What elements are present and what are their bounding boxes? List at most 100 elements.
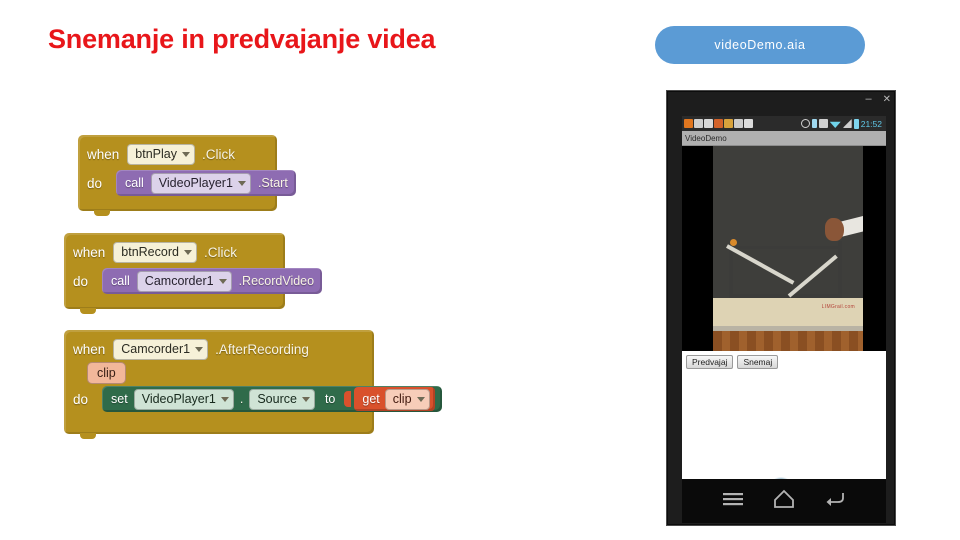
chevron-down-icon [416, 396, 425, 402]
component-dropdown-camcorder1[interactable]: Camcorder1 [113, 338, 209, 360]
call-keyword: call [111, 274, 130, 288]
ramp-ball [730, 239, 737, 246]
android-nav-bar [682, 479, 886, 523]
block-header-row: when btnRecord .Click [73, 239, 285, 265]
variable-dropdown-clip[interactable]: clip [384, 388, 430, 410]
component-name: VideoPlayer1 [141, 392, 216, 406]
block-header-row: when Camcorder1 .AfterRecording [73, 336, 374, 362]
minimize-icon[interactable]: – [865, 93, 871, 105]
variable-name: clip [392, 392, 412, 406]
property-name: Source [257, 392, 297, 406]
ramp-left-post [729, 246, 733, 298]
aia-link-label: videoDemo.aia [714, 38, 806, 52]
close-icon[interactable]: ✕ [883, 94, 891, 105]
app-empty-area [682, 371, 886, 479]
block-do-row: do set VideoPlayer1 . Source to get clip [73, 386, 442, 412]
block-when-btnrecord-click[interactable]: when btnRecord .Click do call Camcorder1… [64, 233, 323, 314]
video-table [713, 298, 863, 326]
camera-icon [744, 119, 753, 128]
component-dropdown-btnrecord[interactable]: btnRecord [113, 241, 197, 263]
property-dropdown-source[interactable]: Source [249, 388, 315, 410]
component-dropdown-videoplayer1[interactable]: VideoPlayer1 [133, 388, 234, 410]
page-title: Snemanje in predvajanje videa [48, 24, 436, 54]
notification-icon [684, 119, 693, 128]
menu-icon[interactable] [722, 491, 744, 512]
set-keyword: set [111, 392, 128, 406]
block-do-row: do call Camcorder1 .RecordVideo [73, 268, 323, 294]
block-get-clip[interactable]: get clip [354, 387, 435, 411]
status-clock: 21:52 [860, 118, 882, 129]
block-set-videoplayer1-source[interactable]: set VideoPlayer1 . Source to get clip [102, 386, 442, 412]
block-do-row: do call VideoPlayer1 .Start [87, 170, 296, 196]
when-keyword: when [87, 146, 120, 162]
person-hand [825, 218, 844, 241]
call-keyword: call [125, 176, 144, 190]
app-icon [714, 119, 723, 128]
event-parameter-clip[interactable]: clip [87, 362, 126, 384]
sync-icon [800, 119, 810, 128]
app-button-row: Predvajaj Snemaj [682, 351, 886, 371]
status-right-icons: 21:52 [800, 118, 884, 129]
play-button[interactable]: Predvajaj [686, 354, 734, 370]
dot-separator: . [239, 392, 244, 406]
block-call-camcorder1-recordvideo[interactable]: call Camcorder1 .RecordVideo [102, 268, 323, 294]
video-frame: LIMGrail.com [713, 146, 863, 351]
do-keyword: do [87, 175, 103, 191]
component-name: Camcorder1 [121, 342, 191, 356]
component-name: btnRecord [121, 245, 179, 259]
ramp-top-bar [729, 246, 842, 249]
back-icon[interactable] [824, 490, 846, 513]
folder-icon [724, 119, 733, 128]
block-param-row: clip [87, 362, 374, 384]
android-status-bar: 21:52 [682, 116, 886, 131]
to-keyword: to [324, 392, 336, 406]
mail-icon [734, 119, 743, 128]
chevron-down-icon [220, 396, 229, 402]
app-title-label: VideoDemo [685, 133, 727, 143]
status-left-icons [684, 119, 753, 128]
chevron-down-icon [183, 249, 192, 255]
window-controls: – ✕ [865, 92, 891, 106]
chevron-down-icon [301, 396, 310, 402]
slide-canvas: Snemanje in predvajanje videa videoDemo.… [0, 0, 960, 540]
component-name: btnPlay [135, 147, 177, 161]
do-keyword: do [73, 273, 89, 289]
home-icon[interactable] [773, 489, 795, 514]
phone-screen: 21:52 VideoDemo LIMGrail.com Predvajaj S… [682, 116, 886, 479]
chevron-down-icon [218, 278, 227, 284]
block-call-videoplayer1-start[interactable]: call VideoPlayer1 .Start [116, 170, 296, 196]
event-suffix: .Click [201, 146, 235, 162]
bluetooth-icon [811, 119, 817, 128]
when-keyword: when [73, 244, 106, 260]
sd-card-icon [818, 119, 828, 128]
component-name: VideoPlayer1 [158, 176, 233, 190]
method-suffix: .RecordVideo [238, 274, 315, 288]
ramp-right-post [838, 241, 842, 298]
video-player[interactable]: LIMGrail.com [682, 146, 886, 351]
video-watermark: LIMGrail.com [821, 304, 855, 310]
block-when-btnplay-click[interactable]: when btnPlay .Click do call VideoPlayer1… [78, 135, 296, 216]
phone-emulator: – ✕ 21:52 VideoDemo LIMGrail.com Predvaj… [666, 90, 896, 526]
do-keyword: do [73, 391, 89, 407]
component-name: Camcorder1 [144, 274, 214, 288]
video-floor [713, 331, 863, 351]
chevron-down-icon [237, 180, 246, 186]
when-keyword: when [73, 341, 106, 357]
component-dropdown-btnplay[interactable]: btnPlay [127, 143, 195, 165]
aia-download-link[interactable]: videoDemo.aia [655, 26, 865, 64]
block-when-camcorder1-afterrecording[interactable]: when Camcorder1 .AfterRecording clip do … [64, 330, 442, 439]
component-dropdown-videoplayer1[interactable]: VideoPlayer1 [150, 172, 251, 194]
battery-icon [853, 118, 859, 129]
signal-icon [842, 119, 852, 128]
chevron-down-icon [195, 346, 204, 352]
chevron-down-icon [181, 151, 190, 157]
get-keyword: get [362, 392, 380, 406]
component-dropdown-camcorder1[interactable]: Camcorder1 [136, 270, 232, 292]
ramp-bottom-bar [729, 294, 842, 298]
event-suffix: .AfterRecording [215, 341, 309, 357]
block-header-row: when btnPlay .Click [87, 141, 277, 167]
app-title-bar: VideoDemo [682, 131, 886, 146]
wifi-icon [829, 121, 841, 128]
method-suffix: .Start [257, 176, 288, 190]
record-button[interactable]: Snemaj [737, 354, 779, 370]
